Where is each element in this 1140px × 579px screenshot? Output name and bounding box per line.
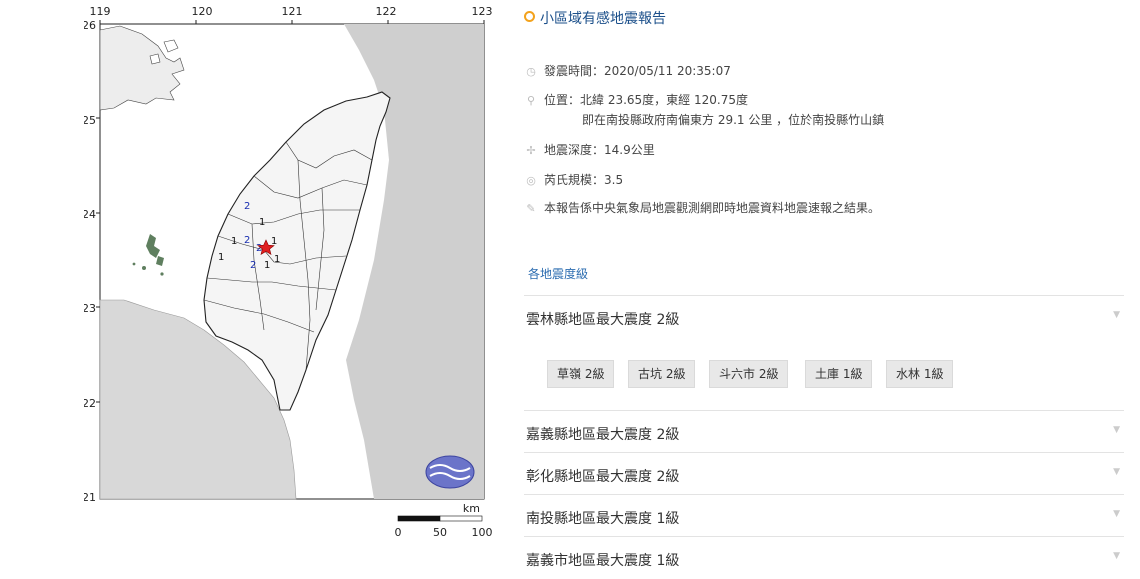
intensity-label: 1 (274, 254, 280, 265)
report-title: 小區域有感地震報告 (524, 8, 666, 28)
lat-axis: 26 25 24 23 22 21 (84, 19, 100, 504)
county-label: 雲林縣地區最大震度 2級 (526, 312, 680, 328)
intensity-label: 1 (259, 217, 265, 228)
intensity-label: 2 (244, 201, 250, 212)
lon-tick-label: 121 (282, 5, 303, 18)
location-pin-icon: ⚲ (526, 94, 536, 107)
cwb-logo (425, 455, 475, 489)
county-label: 彰化縣地區最大震度 2級 (526, 469, 680, 485)
lat-tick-label: 24 (84, 208, 96, 221)
station-chip: 水林 1級 (886, 360, 954, 388)
location-detail: 即在南投縣政府南偏東方 29.1 公里 ，位於南投縣竹山鎮 (582, 113, 885, 127)
lat-tick-label: 26 (84, 19, 96, 32)
county-row-changhua[interactable]: 彰化縣地區最大震度 2級 ▼ (524, 452, 1124, 495)
lat-tick-label: 23 (84, 302, 96, 315)
intensity-label: 1 (264, 260, 270, 271)
lon-tick-label: 123 (472, 5, 493, 18)
county-label: 嘉義市地區最大震度 1級 (526, 553, 680, 569)
report-note: ✎ 本報告係中央氣象局地震觀測網即時地震資料地震速報之結果。 (524, 199, 880, 216)
lat-tick-label: 25 (84, 114, 96, 127)
chevron-down-icon: ▼ (1113, 310, 1120, 320)
scale-label: 50 (433, 526, 447, 539)
pencil-icon: ✎ (526, 202, 536, 215)
county-row-chiayi-county[interactable]: 嘉義縣地區最大震度 2級 ▼ (524, 410, 1124, 453)
scale-bar: km 0 50 100 (395, 502, 493, 539)
scale-label: 100 (472, 526, 493, 539)
depth-text: 地震深度：14.9公里 (544, 143, 655, 157)
chevron-down-icon: ▼ (1113, 509, 1120, 519)
chevron-down-icon: ▼ (1113, 425, 1120, 435)
chevron-down-icon: ▼ (1113, 551, 1120, 561)
intensity-label: 2 (244, 235, 250, 246)
depth-icon: ✢ (526, 144, 536, 157)
clock-icon: ◷ (526, 65, 536, 78)
earthquake-map: 119 120 121 122 123 26 25 24 23 22 21 21… (84, 0, 500, 545)
location-text: 位置：北緯 23.65度，東經 120.75度 (544, 93, 748, 107)
map-canvas: 119 120 121 122 123 26 25 24 23 22 21 21… (84, 5, 493, 539)
station-chip: 土庫 1級 (805, 360, 873, 388)
report-note-text: 本報告係中央氣象局地震觀測網即時地震資料地震速報之結果。 (544, 201, 881, 215)
intensity-label: 1 (231, 236, 237, 247)
depth: ✢ 地震深度：14.9公里 (524, 141, 655, 158)
lon-tick-label: 122 (376, 5, 397, 18)
intensity-label: 2 (250, 260, 256, 271)
county-label: 南投縣地區最大震度 1級 (526, 511, 680, 527)
station-chip: 斗六市 2級 (709, 360, 789, 388)
county-row-yunlin[interactable]: 雲林縣地區最大震度 2級 ▼ (524, 295, 1124, 338)
station-chip: 草嶺 2級 (547, 360, 615, 388)
chevron-down-icon: ▼ (1113, 467, 1120, 477)
origin-time: ◷ 發震時間：2020/05/11 20:35:07 (524, 62, 731, 79)
county-row-nantou[interactable]: 南投縣地區最大震度 1級 ▼ (524, 494, 1124, 537)
lon-axis: 119 120 121 122 123 (90, 5, 493, 24)
county-label: 嘉義縣地區最大震度 2級 (526, 427, 680, 443)
lat-tick-label: 21 (84, 491, 96, 504)
county-row-chiayi-city[interactable]: 嘉義市地區最大震度 1級 ▼ (524, 536, 1124, 579)
report-title-text: 小區域有感地震報告 (540, 11, 666, 27)
magnitude-text: 芮氏規模：3.5 (544, 173, 624, 187)
intensity-label: 1 (218, 252, 224, 263)
lon-tick-label: 120 (192, 5, 213, 18)
lat-tick-label: 22 (84, 397, 96, 410)
scale-label: 0 (395, 526, 402, 539)
origin-time-text: 發震時間：2020/05/11 20:35:07 (544, 64, 731, 78)
intensity-section-link[interactable]: 各地震度級 (528, 265, 588, 282)
lon-tick-label: 119 (90, 5, 111, 18)
title-bullet-icon (524, 11, 535, 22)
magnitude-icon: ◎ (526, 174, 536, 187)
station-chip: 古坑 2級 (628, 360, 696, 388)
scale-unit: km (463, 502, 480, 515)
location: ⚲ 位置：北緯 23.65度，東經 120.75度 即在南投縣政府南偏東方 29.… (524, 91, 884, 128)
magnitude: ◎ 芮氏規模：3.5 (524, 171, 623, 188)
